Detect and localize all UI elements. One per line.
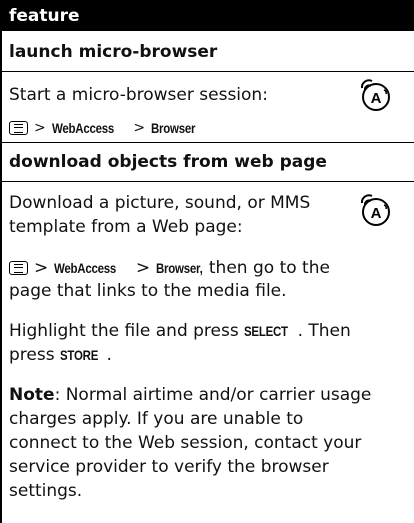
menu-path-line2: page that links to the media file. xyxy=(9,281,287,301)
menu-item-webaccess: WebAccess xyxy=(54,260,117,276)
launch-menu-path: > WebAccess > Browser xyxy=(9,120,205,136)
menu-key-icon xyxy=(9,261,28,275)
download-description-line2: template from a Web page: xyxy=(9,217,243,237)
download-objects-title: download objects from web page xyxy=(9,152,327,172)
menu-item-webaccess: WebAccess xyxy=(51,120,114,136)
menu-separator: > xyxy=(34,120,46,136)
network-access-icon: A xyxy=(360,194,390,226)
highlight-line2: press STORE. xyxy=(9,345,112,365)
note-line1: Note: Normal airtime and/or carrier usag… xyxy=(9,385,372,405)
note-line2: charges apply. If you are unable to xyxy=(9,409,304,429)
highlight-line1: Highlight the file and press SELECT. The… xyxy=(9,321,351,341)
download-menu-path: > WebAccess > Browser, then go to the xyxy=(9,258,330,278)
table-header: feature xyxy=(2,0,414,31)
note-line5: settings. xyxy=(9,481,83,501)
store-key-label: STORE xyxy=(60,347,99,363)
note-line3: connect to the Web session, contact your xyxy=(9,433,362,453)
network-access-icon: A xyxy=(360,79,390,111)
menu-key-icon xyxy=(9,121,28,135)
header-label: feature xyxy=(9,5,80,26)
menu-item-browser: Browser xyxy=(151,120,196,136)
menu-continuation: then go to the xyxy=(208,258,330,278)
divider xyxy=(2,71,414,72)
menu-item-browser: Browser, xyxy=(156,260,203,276)
svg-text:A: A xyxy=(371,90,382,107)
svg-text:A: A xyxy=(371,205,382,222)
menu-separator: > xyxy=(34,258,49,278)
feature-table: feature launch micro-browser Start a mic… xyxy=(0,0,414,523)
note-line4: service provider to verify the browser xyxy=(9,457,329,477)
divider xyxy=(2,181,414,182)
launch-micro-browser-title: launch micro-browser xyxy=(9,42,218,62)
launch-description: Start a micro-browser session: xyxy=(9,85,268,105)
note-label: Note xyxy=(9,385,55,405)
divider xyxy=(2,142,414,143)
menu-separator: > xyxy=(135,258,151,278)
select-key-label: SELECT xyxy=(244,323,288,339)
download-description-line1: Download a picture, sound, or MMS xyxy=(9,193,311,213)
menu-separator: > xyxy=(133,120,146,136)
